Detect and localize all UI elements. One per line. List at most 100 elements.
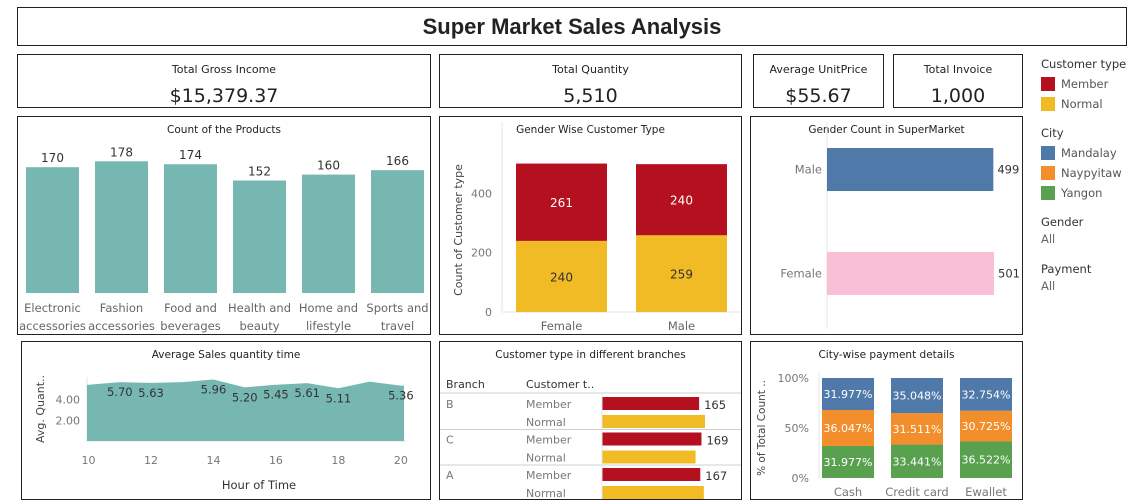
category-label: Food and: [164, 301, 217, 315]
category-label: Ewallet: [965, 485, 1007, 499]
bar-member: [602, 468, 701, 481]
legend-label: Normal: [1061, 97, 1103, 111]
data-label: 5.61: [294, 386, 320, 400]
filter-payment-value[interactable]: All: [1041, 279, 1141, 293]
customer-type-label: Normal: [526, 416, 566, 429]
legend-swatch: [1041, 77, 1055, 91]
data-label: 178: [110, 145, 133, 159]
category-label: accessories: [88, 319, 155, 333]
bar-normal: [602, 486, 704, 499]
kpi-label: Average UnitPrice: [769, 63, 868, 76]
data-label: 5.45: [263, 388, 289, 402]
category-label: Credit card: [885, 485, 948, 499]
data-label: 152: [248, 165, 271, 179]
x-tick-label: 20: [394, 454, 408, 467]
kpi-value: $55.67: [785, 85, 852, 107]
legend-item-naypyitaw[interactable]: Naypyitaw: [1041, 163, 1141, 183]
legend-label: Mandalay: [1061, 146, 1117, 160]
data-label: 174: [179, 148, 202, 162]
data-label: 170: [41, 151, 64, 165]
data-label: 32.754%: [962, 388, 1011, 401]
data-label: 36.047%: [824, 422, 873, 435]
data-label: 5.36: [388, 389, 414, 403]
area-series: [87, 379, 404, 441]
city-payment-chart: 0% 50% 100% % of Total Count .. 31.977% 36.04…: [756, 372, 1012, 499]
data-label: 36.522%: [962, 454, 1011, 467]
filter-title-gender: Gender: [1041, 215, 1084, 229]
legend-item-yangon[interactable]: Yangon: [1041, 183, 1141, 203]
y-tick-label: 200: [471, 247, 492, 260]
data-label: 165: [704, 398, 726, 412]
y-tick-label: 4.00: [56, 394, 81, 407]
bar: [95, 161, 148, 293]
customer-type-label: Normal: [526, 487, 566, 499]
bar: [827, 148, 994, 191]
legend-title-customer-type: Customer type: [1041, 57, 1127, 71]
data-label: 501: [998, 267, 1020, 281]
category-label: Male: [795, 163, 822, 177]
legend-label: Naypyitaw: [1061, 166, 1122, 180]
y-tick-label: 0: [485, 306, 492, 319]
kpi-value: $15,379.37: [169, 85, 279, 107]
legend-label: Member: [1061, 77, 1109, 91]
legend-item-mandalay[interactable]: Mandalay: [1041, 143, 1141, 163]
category-label: Health and: [228, 301, 291, 315]
data-label: 499: [997, 163, 1019, 177]
y-tick-label: 100%: [778, 372, 809, 385]
filter-gender-value[interactable]: All: [1041, 232, 1141, 246]
y-tick-label: 400: [471, 187, 492, 200]
x-tick-label: 14: [206, 454, 220, 467]
y-tick-label: 2.00: [56, 414, 81, 427]
bar-member: [602, 432, 702, 446]
data-label: 169: [706, 434, 728, 448]
dashboard-title: Super Market Sales Analysis: [422, 14, 722, 39]
y-tick-label: 0%: [792, 472, 809, 485]
kpi-total-invoice: Total Invoice 1,000: [893, 54, 1023, 108]
products-count-chart: 170 Electronic accessories 178 Fashion access…: [19, 145, 428, 333]
category-label: beauty: [239, 319, 279, 333]
legend-panel: Customer type Member Normal City Mandala…: [1041, 57, 1141, 309]
city-payment-panel: City-wise payment details 0% 50% 100%% of …: [750, 341, 1023, 500]
data-label: 240: [670, 194, 693, 208]
legend-swatch: [1041, 166, 1055, 180]
data-label: 160: [317, 159, 340, 173]
bar: [233, 180, 286, 293]
gender-customer-type-panel: Gender Wise Customer Type 0 200 400 Count o…: [439, 116, 742, 335]
gender-count-chart: 499 Male 501 Female: [780, 122, 1020, 329]
data-label: 5.11: [326, 391, 352, 405]
data-label: 33.441%: [893, 455, 942, 468]
bar-normal: [602, 450, 696, 464]
products-count-panel: Count of the Products 170 Electronic acces…: [17, 116, 431, 335]
filter-title-payment: Payment: [1041, 262, 1092, 276]
category-label: Female: [541, 319, 583, 333]
category-label: travel: [381, 319, 414, 333]
category-label: Fashion: [100, 301, 143, 315]
branch-label: B: [446, 398, 454, 411]
kpi-label: Total Quantity: [552, 63, 629, 76]
dashboard-title-box: Super Market Sales Analysis: [17, 7, 1127, 46]
category-label: Cash: [834, 485, 862, 499]
category-label: Home and: [299, 301, 358, 315]
x-tick-label: 18: [331, 454, 345, 467]
legend-label: Yangon: [1061, 186, 1103, 200]
data-label: 240: [550, 270, 573, 284]
data-label: 5.96: [201, 382, 227, 396]
bar-normal: [602, 415, 705, 428]
column-header: Customer t..: [526, 378, 594, 391]
kpi-value: 5,510: [563, 85, 618, 107]
legend-swatch: [1041, 146, 1055, 160]
data-label: 31.977%: [824, 388, 873, 401]
gender-count-panel: Gender Count in SuperMarket 499 Male 501 Fe…: [750, 116, 1023, 335]
legend-item-normal[interactable]: Normal: [1041, 94, 1141, 114]
data-label: 35.048%: [893, 390, 942, 403]
category-label: lifestyle: [306, 319, 351, 333]
legend-item-member[interactable]: Member: [1041, 74, 1141, 94]
x-axis-label: Hour of Time: [222, 478, 296, 492]
data-label: 166: [386, 154, 409, 168]
data-label: 31.511%: [893, 423, 942, 436]
legend-swatch: [1041, 97, 1055, 111]
bar: [827, 252, 994, 295]
x-tick-label: 10: [82, 454, 96, 467]
customer-type-label: Member: [526, 434, 572, 447]
x-tick-label: 12: [144, 454, 158, 467]
